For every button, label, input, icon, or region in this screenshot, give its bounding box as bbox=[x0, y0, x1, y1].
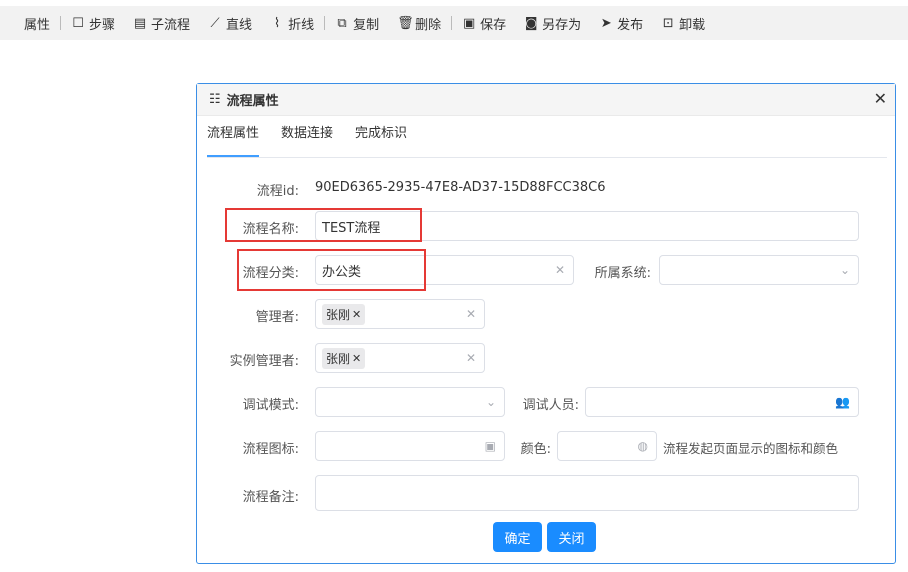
uninstall-icon: ⊡ bbox=[662, 15, 674, 31]
manager-tag: 张刚 ✕ bbox=[322, 303, 366, 325]
flow-icon-input[interactable]: ▣ bbox=[315, 431, 505, 461]
tab-flow-properties[interactable]: 流程属性 bbox=[207, 125, 260, 157]
close-button[interactable]: 关闭 bbox=[547, 522, 596, 552]
manager-select[interactable]: 张刚 ✕ ✕ bbox=[315, 299, 485, 329]
flow-id-label: 流程id: bbox=[256, 184, 299, 199]
copy-label: 复制 bbox=[353, 17, 380, 33]
dialog-header: ☷ 流程属性 bbox=[197, 84, 895, 116]
save-button[interactable]: ▣ 保存 bbox=[453, 6, 515, 40]
image-icon[interactable]: ▣ bbox=[485, 439, 496, 453]
flow-properties-dialog: ☷ 流程属性 ✕ 流程属性 数据连接 完成标识 流程id: 90ED6365-2… bbox=[196, 83, 896, 564]
flow-name-value: TEST流程 bbox=[322, 220, 381, 236]
instance-manager-tag-text: 张刚 bbox=[326, 351, 351, 366]
subprocess-button[interactable]: ▤ 子流程 bbox=[124, 6, 199, 40]
flow-name-label: 流程名称: bbox=[242, 222, 299, 237]
step-icon: ☐ bbox=[72, 15, 84, 31]
tag-close-icon[interactable]: ✕ bbox=[352, 308, 361, 321]
instance-manager-select[interactable]: 张刚 ✕ ✕ bbox=[315, 343, 485, 373]
debug-mode-select[interactable]: ⌄ bbox=[315, 387, 505, 417]
manager-tag-text: 张刚 bbox=[326, 307, 351, 322]
save-as-button[interactable]: ◙ 另存为 bbox=[515, 6, 590, 40]
properties-label: 属性 bbox=[24, 17, 51, 33]
publish-button[interactable]: ➤ 发布 bbox=[590, 6, 652, 40]
properties-button[interactable]: 属性 bbox=[0, 6, 59, 40]
palette-icon[interactable]: ◍ bbox=[638, 439, 648, 453]
save-as-label: 另存为 bbox=[542, 17, 582, 33]
remark-label: 流程备注: bbox=[242, 490, 299, 505]
polyline-icon: ⌇ bbox=[273, 15, 281, 31]
polyline-button[interactable]: ⌇ 折线 bbox=[261, 6, 323, 40]
flow-category-label: 流程分类: bbox=[242, 266, 299, 281]
dialog-tabs: 流程属性 数据连接 完成标识 bbox=[207, 125, 887, 158]
uninstall-label: 卸载 bbox=[679, 17, 706, 33]
users-icon[interactable]: 👥 bbox=[835, 395, 850, 409]
uninstall-button[interactable]: ⊡ 卸载 bbox=[652, 6, 714, 40]
flow-category-value: 办公类 bbox=[322, 264, 362, 280]
copy-icon: ⧉ bbox=[337, 15, 347, 31]
delete-label: 删除 bbox=[415, 17, 442, 33]
subprocess-label: 子流程 bbox=[151, 17, 191, 33]
publish-label: 发布 bbox=[617, 17, 644, 33]
chevron-down-icon: ⌄ bbox=[839, 263, 850, 277]
clear-icon[interactable]: ✕ bbox=[555, 263, 565, 277]
icon-hint: 流程发起页面显示的图标和颜色 bbox=[663, 441, 839, 456]
tab-data-connection[interactable]: 数据连接 bbox=[281, 125, 333, 157]
color-label: 颜色: bbox=[520, 442, 551, 457]
tab-completion-flag[interactable]: 完成标识 bbox=[355, 125, 407, 157]
dialog-title: 流程属性 bbox=[226, 94, 279, 109]
confirm-button[interactable]: 确定 bbox=[493, 522, 542, 552]
publish-icon: ➤ bbox=[600, 15, 612, 31]
step-button[interactable]: ☐ 步骤 bbox=[62, 6, 124, 40]
instance-manager-label: 实例管理者: bbox=[229, 354, 299, 369]
tag-close-icon[interactable]: ✕ bbox=[352, 352, 361, 365]
clear-icon[interactable]: ✕ bbox=[466, 351, 476, 365]
flow-name-input[interactable]: TEST流程 bbox=[315, 211, 859, 241]
flow-icon-label: 流程图标: bbox=[242, 442, 299, 457]
line-button[interactable]: ⟋ 直线 bbox=[199, 6, 261, 40]
debug-mode-label: 调试模式: bbox=[242, 398, 299, 413]
manager-label: 管理者: bbox=[255, 310, 299, 325]
copy-button[interactable]: ⧉ 复制 bbox=[326, 6, 388, 40]
delete-icon: 🗑 bbox=[397, 15, 414, 31]
line-icon: ⟋ bbox=[210, 15, 220, 31]
subprocess-icon: ▤ bbox=[133, 15, 147, 31]
line-label: 直线 bbox=[226, 17, 253, 33]
color-input[interactable]: ◍ bbox=[557, 431, 657, 461]
system-select[interactable]: ⌄ bbox=[659, 255, 859, 285]
delete-button[interactable]: 🗑 删除 bbox=[388, 6, 450, 40]
step-label: 步骤 bbox=[89, 17, 116, 33]
instance-manager-tag: 张刚 ✕ bbox=[322, 347, 366, 369]
toolbar-separator bbox=[60, 16, 62, 30]
remark-textarea[interactable] bbox=[315, 475, 859, 511]
polyline-label: 折线 bbox=[288, 17, 315, 33]
debugger-label: 调试人员: bbox=[522, 398, 579, 413]
flow-category-input[interactable]: 办公类 ✕ bbox=[315, 255, 574, 285]
save-icon: ▣ bbox=[462, 15, 476, 31]
flow-id-value: 90ED6365-2935-47E8-AD37-15D88FCC38C6 bbox=[315, 180, 606, 195]
close-icon[interactable]: ✕ bbox=[874, 90, 887, 108]
chevron-down-icon: ⌄ bbox=[485, 395, 496, 409]
save-as-icon: ◙ bbox=[524, 15, 538, 31]
toolbar-separator bbox=[324, 16, 326, 30]
debugger-input[interactable]: 👥 bbox=[585, 387, 859, 417]
sliders-icon: ☷ bbox=[209, 92, 221, 107]
toolbar-separator bbox=[451, 16, 453, 30]
save-label: 保存 bbox=[480, 17, 507, 33]
toolbar: 属性 ☐ 步骤 ▤ 子流程 ⟋ 直线 ⌇ 折线 ⧉ 复制 🗑 删除 ▣ 保存 ◙ 另存为 ➤ 发布… bbox=[0, 6, 908, 40]
clear-icon[interactable]: ✕ bbox=[466, 307, 476, 321]
system-label: 所属系统: bbox=[594, 266, 651, 281]
